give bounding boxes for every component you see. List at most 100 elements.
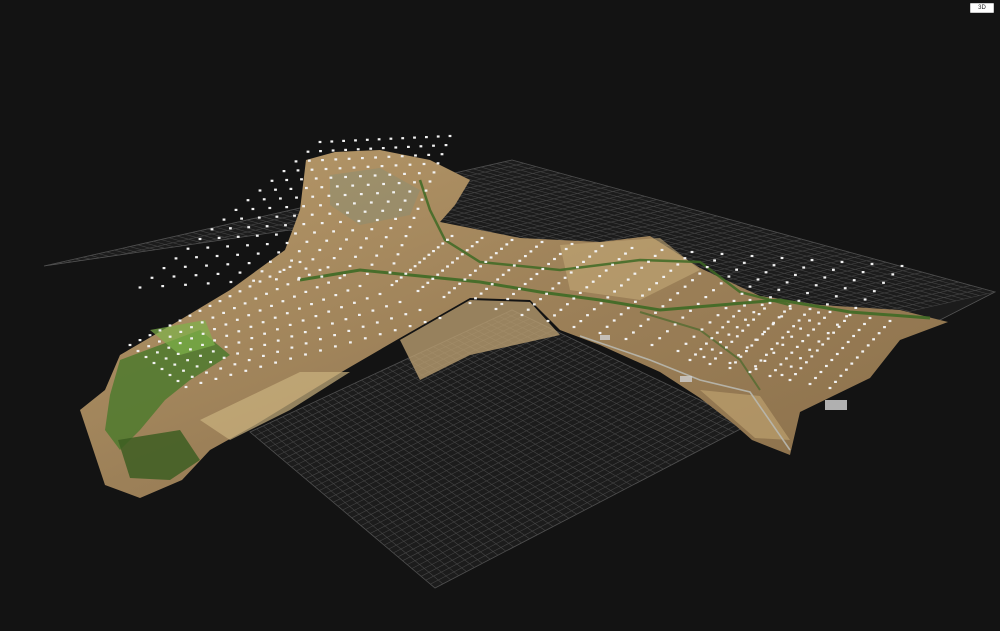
camera-position-icon bbox=[850, 362, 854, 365]
camera-position-icon bbox=[828, 310, 832, 314]
camera-position-icon bbox=[387, 155, 391, 158]
camera-position-icon bbox=[183, 265, 187, 268]
camera-position-icon bbox=[639, 324, 643, 327]
camera-position-icon bbox=[358, 313, 361, 316]
camera-position-icon bbox=[344, 148, 347, 151]
camera-position-icon bbox=[520, 313, 524, 317]
camera-position-icon bbox=[318, 248, 322, 252]
camera-position-icon bbox=[648, 288, 651, 291]
camera-position-icon bbox=[714, 357, 717, 360]
camera-position-icon bbox=[655, 282, 658, 285]
camera-position-icon bbox=[213, 339, 216, 342]
camera-position-icon bbox=[147, 345, 151, 348]
camera-position-icon bbox=[370, 228, 374, 231]
camera-position-icon bbox=[797, 319, 801, 322]
camera-position-icon bbox=[219, 367, 223, 370]
camera-position-icon bbox=[700, 328, 704, 331]
camera-position-icon bbox=[752, 318, 755, 321]
camera-position-icon bbox=[258, 309, 262, 312]
camera-position-icon bbox=[777, 288, 781, 291]
camera-position-icon bbox=[683, 285, 687, 288]
camera-position-icon bbox=[582, 260, 585, 263]
camera-position-icon bbox=[815, 349, 819, 352]
camera-position-icon bbox=[479, 265, 482, 268]
camera-position-icon bbox=[325, 239, 329, 242]
camera-position-icon bbox=[600, 244, 604, 248]
camera-position-icon bbox=[460, 253, 464, 256]
camera-position-icon bbox=[265, 225, 269, 228]
camera-position-icon bbox=[348, 264, 352, 268]
camera-position-icon bbox=[274, 188, 277, 191]
camera-position-icon bbox=[363, 337, 367, 340]
camera-position-icon bbox=[832, 331, 835, 334]
camera-position-icon bbox=[375, 218, 379, 222]
camera-position-icon bbox=[512, 292, 515, 296]
camera-position-icon bbox=[289, 357, 292, 360]
camera-position-icon bbox=[446, 238, 449, 241]
camera-position-icon bbox=[446, 265, 449, 268]
camera-position-icon bbox=[381, 147, 385, 150]
camera-position-icon bbox=[182, 369, 185, 372]
camera-position-icon bbox=[870, 262, 874, 266]
camera-position-icon bbox=[702, 355, 706, 359]
camera-position-icon bbox=[334, 158, 338, 161]
camera-position-icon bbox=[413, 181, 416, 184]
camera-position-icon bbox=[735, 335, 739, 338]
camera-position-icon bbox=[428, 180, 432, 183]
camera-position-icon bbox=[331, 149, 335, 152]
camera-position-icon bbox=[799, 357, 802, 360]
camera-position-icon bbox=[310, 303, 313, 306]
camera-position-icon bbox=[297, 278, 300, 281]
camera-position-icon bbox=[198, 309, 202, 312]
3d-viewport[interactable]: 3D bbox=[0, 0, 1000, 631]
camera-position-icon bbox=[318, 140, 322, 144]
camera-position-icon bbox=[178, 342, 182, 345]
camera-position-icon bbox=[303, 331, 307, 334]
camera-position-icon bbox=[235, 318, 239, 321]
camera-position-icon bbox=[432, 250, 435, 253]
camera-position-icon bbox=[357, 219, 361, 223]
camera-position-icon bbox=[888, 319, 892, 323]
camera-position-icon bbox=[247, 359, 251, 362]
camera-position-icon bbox=[294, 160, 298, 163]
camera-position-icon bbox=[338, 167, 342, 170]
camera-position-icon bbox=[319, 349, 322, 352]
camera-position-icon bbox=[741, 329, 745, 332]
camera-position-icon bbox=[209, 361, 212, 364]
camera-position-icon bbox=[735, 326, 739, 329]
camera-position-icon bbox=[424, 189, 428, 192]
camera-position-icon bbox=[208, 304, 212, 307]
camera-position-icon bbox=[340, 306, 343, 309]
camera-position-icon bbox=[174, 257, 178, 260]
camera-position-icon bbox=[451, 261, 454, 264]
camera-position-icon bbox=[737, 309, 741, 312]
camera-position-icon bbox=[397, 182, 401, 185]
3d-scene[interactable] bbox=[0, 0, 1000, 631]
camera-position-icon bbox=[240, 217, 243, 220]
view-mode-toggle-button[interactable]: 3D bbox=[970, 3, 994, 13]
camera-position-icon bbox=[817, 340, 821, 343]
camera-position-icon bbox=[474, 297, 477, 300]
camera-position-icon bbox=[275, 278, 278, 281]
camera-position-icon bbox=[421, 285, 425, 288]
camera-position-icon bbox=[366, 183, 370, 186]
camera-position-icon bbox=[255, 234, 259, 237]
camera-position-icon bbox=[395, 280, 398, 283]
camera-position-icon bbox=[200, 321, 204, 324]
camera-position-icon bbox=[688, 358, 692, 362]
camera-position-icon bbox=[162, 267, 166, 270]
camera-position-icon bbox=[770, 348, 774, 351]
camera-position-icon bbox=[681, 316, 685, 319]
camera-position-icon bbox=[852, 279, 856, 282]
camera-position-icon bbox=[416, 207, 420, 210]
camera-position-icon bbox=[802, 266, 806, 269]
camera-position-icon bbox=[594, 250, 598, 253]
camera-position-icon bbox=[389, 137, 393, 140]
camera-position-icon bbox=[353, 202, 356, 205]
camera-position-icon bbox=[566, 303, 569, 306]
camera-position-icon bbox=[301, 319, 305, 322]
camera-position-icon bbox=[365, 272, 369, 275]
camera-position-icon bbox=[385, 305, 388, 308]
camera-position-icon bbox=[765, 353, 768, 356]
camera-position-icon bbox=[389, 227, 393, 230]
